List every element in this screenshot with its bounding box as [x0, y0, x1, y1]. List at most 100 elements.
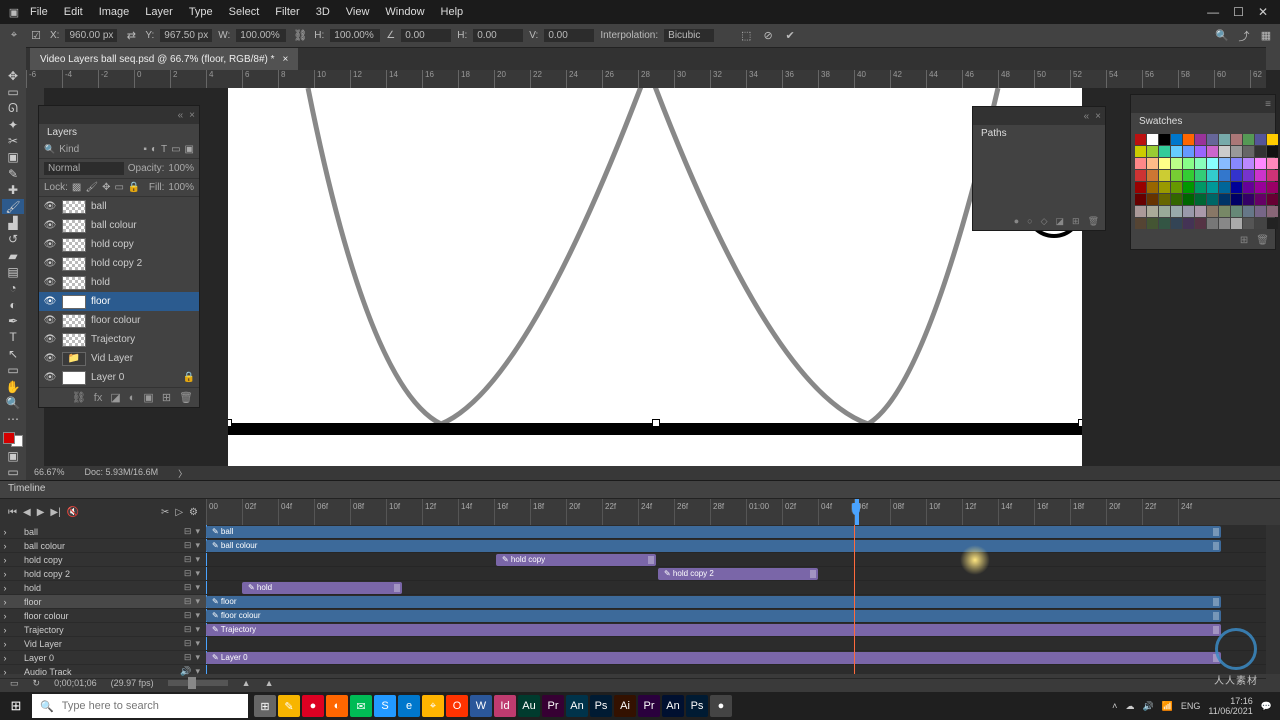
document-canvas[interactable]	[228, 88, 1082, 478]
screenmode-icon[interactable]: ▭	[2, 465, 24, 480]
swatch[interactable]	[1231, 134, 1242, 145]
mask-icon[interactable]: ◪	[110, 391, 120, 404]
type-tool[interactable]: T	[2, 330, 24, 345]
tray-up-icon[interactable]: ˄	[1112, 701, 1117, 711]
taskbar-app[interactable]: ✎	[278, 695, 300, 717]
layer-row[interactable]: 👁 hold copy	[39, 235, 199, 254]
tray-volume-icon[interactable]: 🔊	[1142, 701, 1153, 712]
swatch[interactable]	[1219, 134, 1230, 145]
next-frame-button[interactable]: ▶|	[50, 507, 60, 518]
taskbar-app[interactable]: ⊞	[254, 695, 276, 717]
swatch[interactable]	[1195, 134, 1206, 145]
trash-icon[interactable]: 🗑	[179, 391, 193, 404]
panel-collapse-icon[interactable]: «	[178, 110, 184, 121]
swatch[interactable]	[1243, 182, 1254, 193]
swatch[interactable]	[1231, 158, 1242, 169]
clip-fx-icon[interactable]: ✎	[502, 555, 509, 564]
shape-tool[interactable]: ▭	[2, 362, 24, 377]
clip-row[interactable]: ✎ ball colour	[206, 539, 1266, 553]
track-opts-icon[interactable]: ▾	[195, 624, 200, 635]
fill-path-icon[interactable]: ●	[1014, 216, 1019, 226]
swatch[interactable]	[1267, 146, 1278, 157]
menu-file[interactable]: File	[22, 6, 56, 18]
visibility-icon[interactable]: 👁	[43, 334, 57, 345]
swatch[interactable]	[1147, 146, 1158, 157]
lasso-tool[interactable]: ᘏ	[2, 101, 24, 116]
adjustment-icon[interactable]: ◐	[129, 392, 136, 404]
tray-lang[interactable]: ENG	[1181, 701, 1201, 711]
taskbar-app[interactable]: e	[398, 695, 420, 717]
track-opts-icon[interactable]: ▾	[195, 638, 200, 649]
swatch[interactable]	[1159, 158, 1170, 169]
hskew-field[interactable]: 0.00	[473, 29, 523, 42]
delete-path-icon[interactable]: 🗑	[1088, 216, 1099, 227]
swatch[interactable]	[1147, 218, 1158, 229]
clip-row[interactable]: ✎ hold copy	[206, 553, 1266, 567]
w-field[interactable]: 100.00%	[236, 29, 286, 42]
clip-row[interactable]: ✎ floor colour	[206, 609, 1266, 623]
track-menu-icon[interactable]: ⊟	[184, 596, 192, 607]
track-opts-icon[interactable]: ▾	[195, 652, 200, 663]
layer-thumb[interactable]: 📁	[62, 352, 86, 366]
timeline-clip[interactable]: ✎ hold copy	[496, 554, 656, 566]
swatch[interactable]	[1243, 170, 1254, 181]
taskbar-app[interactable]: ●	[710, 695, 732, 717]
swatch[interactable]	[1207, 134, 1218, 145]
swatch[interactable]	[1135, 158, 1146, 169]
swatch[interactable]	[1183, 134, 1194, 145]
history-brush-tool[interactable]: ↺	[2, 232, 24, 247]
fx-icon[interactable]: fx	[94, 392, 103, 404]
panel-close-icon[interactable]: ×	[1095, 111, 1101, 122]
menu-layer[interactable]: Layer	[137, 6, 181, 18]
eraser-tool[interactable]: ▰	[2, 248, 24, 263]
swatch[interactable]	[1255, 182, 1266, 193]
timeline-clip[interactable]: ✎ Layer 0	[206, 652, 1221, 664]
prev-frame-button[interactable]: ◀	[23, 507, 31, 518]
swatch[interactable]	[1255, 146, 1266, 157]
timeline-clip[interactable]: ✎ ball	[206, 526, 1221, 538]
taskbar-app[interactable]: ●	[302, 695, 324, 717]
track-opts-icon[interactable]: ▾	[195, 526, 200, 537]
track-opts-icon[interactable]: ▾	[195, 568, 200, 579]
track-row[interactable]: › floor colour ⊟▾	[0, 609, 206, 623]
commit-transform-icon[interactable]: ✔	[782, 28, 798, 44]
taskbar-app[interactable]: Ps	[686, 695, 708, 717]
filter-kind[interactable]: Kind	[59, 144, 79, 155]
y-field[interactable]: 967.50 px	[160, 29, 212, 42]
swatch[interactable]	[1267, 182, 1278, 193]
taskbar-app[interactable]: S	[374, 695, 396, 717]
visibility-icon[interactable]: 👁	[43, 258, 57, 269]
track-row[interactable]: › Trajectory ⊟▾	[0, 623, 206, 637]
mask-path-icon[interactable]: ◪	[1056, 216, 1065, 227]
pen-tool[interactable]: ✒	[2, 313, 24, 328]
swatch[interactable]	[1267, 206, 1278, 217]
track-expand-icon[interactable]: ›	[0, 541, 10, 551]
menu-image[interactable]: Image	[91, 6, 138, 18]
clip-fx-icon[interactable]: ✎	[212, 611, 219, 620]
search-icon[interactable]: 🔍	[1214, 28, 1230, 44]
track-row[interactable]: › Vid Layer ⊟▾	[0, 637, 206, 651]
transition-button[interactable]: ▷	[175, 507, 183, 518]
link-icon[interactable]: ⛓	[292, 28, 308, 44]
new-layer-icon[interactable]: ⊞	[162, 391, 171, 404]
swatch[interactable]	[1231, 182, 1242, 193]
filter-pixel-icon[interactable]: ▪	[143, 144, 147, 155]
taskbar-app[interactable]: ✉	[350, 695, 372, 717]
track-expand-icon[interactable]: ›	[0, 639, 10, 649]
layer-row[interactable]: 👁 ball	[39, 197, 199, 216]
swatch[interactable]	[1195, 146, 1206, 157]
track-expand-icon[interactable]: ›	[0, 653, 10, 663]
lock-art-icon[interactable]: ▭	[114, 182, 123, 193]
track-expand-icon[interactable]: ›	[0, 583, 10, 593]
taskbar-app[interactable]: An	[662, 695, 684, 717]
track-opts-icon[interactable]: ▾	[195, 610, 200, 621]
swatch[interactable]	[1243, 134, 1254, 145]
mute-button[interactable]: 🔇	[67, 507, 79, 518]
track-opts-icon[interactable]: ▾	[195, 582, 200, 593]
timeline-clip[interactable]: ✎ ball colour	[206, 540, 1221, 552]
close-button[interactable]: ✕	[1258, 5, 1268, 19]
taskbar-app[interactable]: Ai	[614, 695, 636, 717]
layer-thumb[interactable]	[62, 257, 86, 271]
layer-row[interactable]: 👁 floor colour	[39, 311, 199, 330]
link-layers-icon[interactable]: ⛓	[72, 391, 86, 404]
